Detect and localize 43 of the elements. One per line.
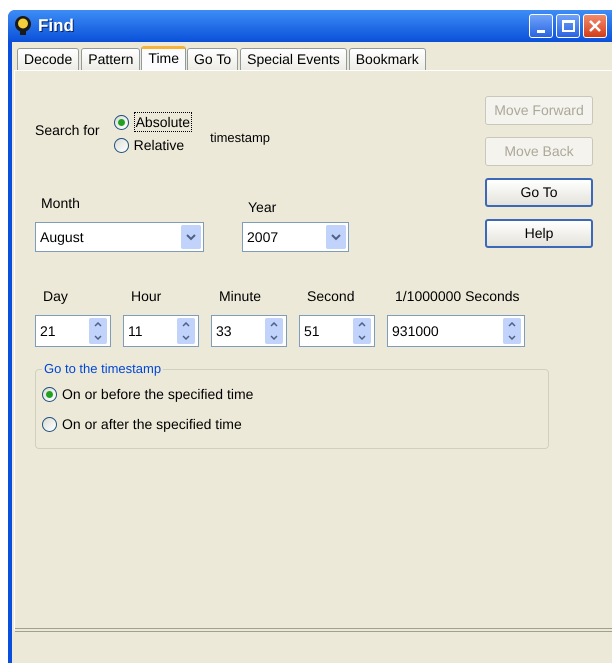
radio-label[interactable]: Absolute xyxy=(134,112,192,132)
spin-arrows-icon[interactable] xyxy=(265,318,283,344)
spin-field[interactable]: 51 xyxy=(299,315,375,347)
radio-button[interactable] xyxy=(42,386,57,402)
spin-field[interactable]: 931000 xyxy=(387,315,525,347)
action-button[interactable]: Help xyxy=(485,219,593,248)
timestamp-label: timestamp xyxy=(210,129,270,147)
field-label: Day xyxy=(43,287,69,306)
dropdown[interactable]: 2007 xyxy=(242,222,349,252)
spin-arrows-icon[interactable] xyxy=(353,318,371,344)
field-label: 1/1000000 Seconds xyxy=(395,287,521,306)
field-label: Second xyxy=(307,287,356,306)
radio-button[interactable] xyxy=(42,416,57,432)
minimize-button[interactable] xyxy=(529,14,553,38)
lightbulb-icon xyxy=(14,16,32,36)
spin-arrows-icon[interactable] xyxy=(89,318,107,344)
dropdown[interactable]: August xyxy=(35,222,204,252)
close-icon xyxy=(588,19,602,33)
radio-button[interactable] xyxy=(114,138,129,152)
search-for-label: Search for xyxy=(35,121,100,140)
maximize-button[interactable] xyxy=(556,14,580,38)
tab[interactable]: Special Events xyxy=(240,48,347,70)
spin-field[interactable]: 21 xyxy=(35,315,111,347)
year-label: Year xyxy=(248,198,278,217)
radio-label[interactable]: Relative xyxy=(134,136,184,154)
radio-label[interactable]: On or before the specified time xyxy=(62,385,254,403)
radio-label[interactable]: On or after the specified time xyxy=(62,415,242,433)
action-button[interactable]: Go To xyxy=(485,178,593,207)
close-button[interactable] xyxy=(583,14,607,38)
tab[interactable]: Bookmark xyxy=(348,48,426,70)
tab[interactable]: Pattern xyxy=(81,48,140,70)
tab[interactable]: Go To xyxy=(187,48,238,70)
field-label: Hour xyxy=(131,287,162,306)
window-title: Find xyxy=(38,15,74,38)
spin-arrows-icon[interactable] xyxy=(503,318,521,344)
radio-button[interactable] xyxy=(114,114,129,130)
field-label: Minute xyxy=(219,287,262,306)
tab[interactable]: Decode xyxy=(17,48,80,70)
spin-field[interactable]: 33 xyxy=(211,315,287,347)
spin-field[interactable]: 11 xyxy=(123,315,199,347)
spin-arrows-icon[interactable] xyxy=(177,318,195,344)
month-label: Month xyxy=(41,194,81,213)
tab[interactable]: Time xyxy=(141,46,186,71)
